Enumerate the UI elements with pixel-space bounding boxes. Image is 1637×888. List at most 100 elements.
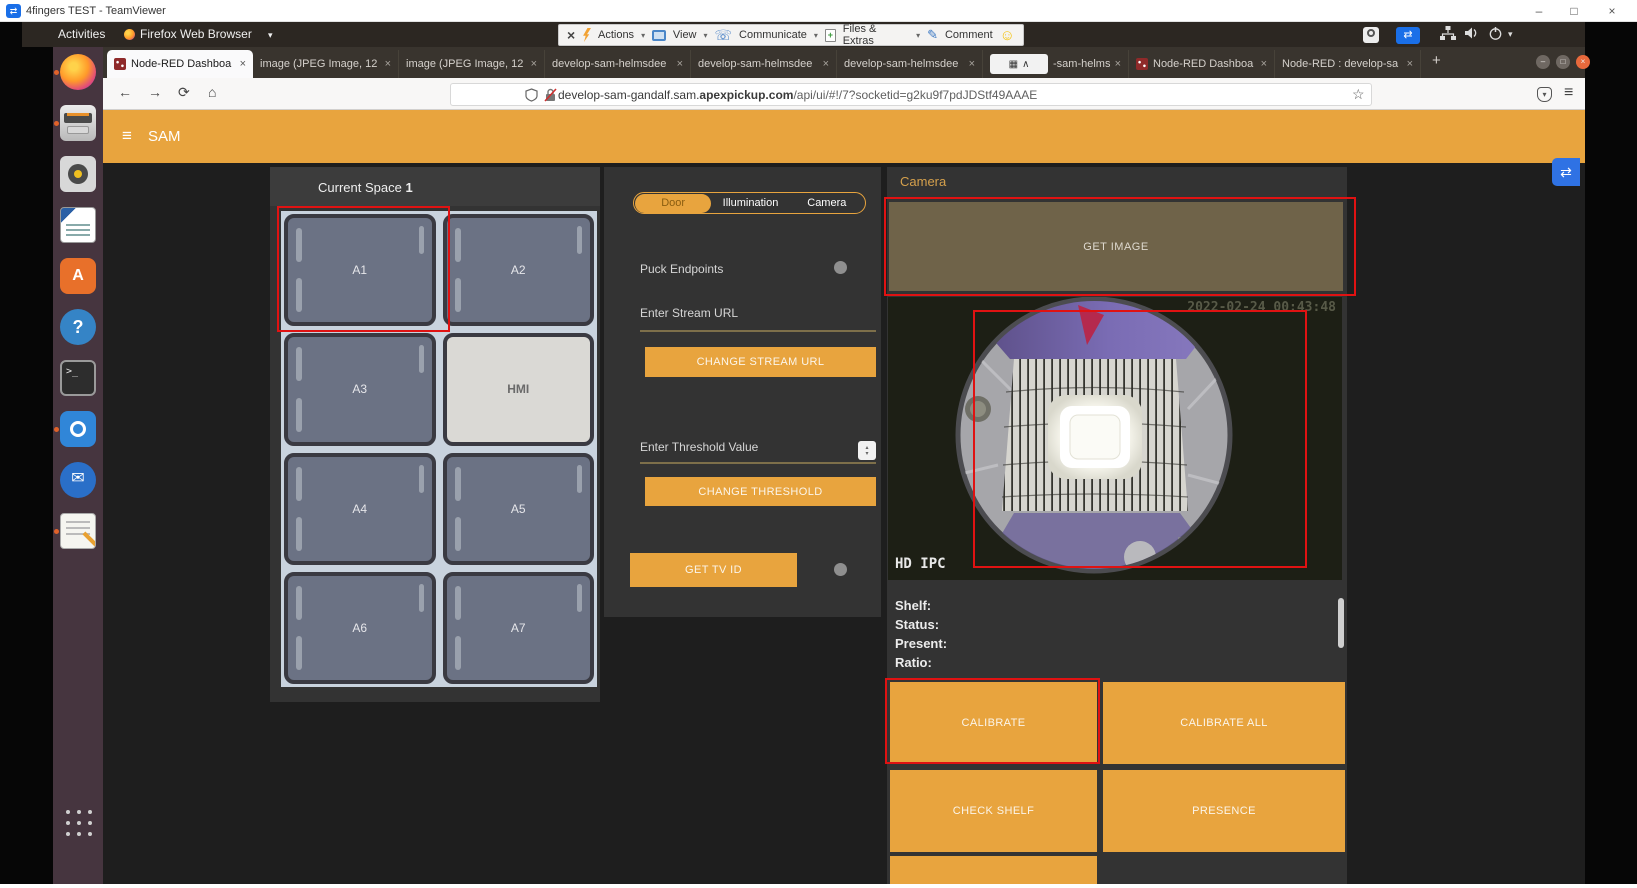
new-tab-button[interactable]: + (1432, 52, 1441, 69)
picture-in-picture-overlay[interactable]: ▦ ∧ (990, 54, 1048, 74)
actions-menu[interactable]: Actions (598, 29, 634, 41)
teamviewer-chat-overlay-icon[interactable]: ⇄ (1552, 158, 1580, 186)
sidebar-toggle-icon[interactable]: ≡ (122, 126, 132, 146)
terminal-icon: >_ (60, 360, 96, 396)
firefox-menu-icon (124, 29, 135, 40)
tab-close-icon[interactable]: × (531, 58, 537, 70)
dock-item-terminal[interactable]: >_ (60, 360, 96, 396)
tab-close-icon[interactable]: × (823, 58, 829, 70)
teamviewer-logo-icon: ⇄ (6, 4, 21, 18)
teamviewer-tray-icon[interactable]: ⇄ (1396, 27, 1420, 44)
firefox-close-button[interactable]: × (1576, 55, 1590, 69)
volume-icon[interactable] (1464, 26, 1479, 40)
space-tile-a7[interactable]: A7 (443, 572, 595, 684)
firefox-tab[interactable]: develop-sam-helmsdee × (691, 50, 837, 78)
firefox-tab[interactable]: develop-sam-helmsdee × (545, 50, 691, 78)
space-tile-a6[interactable]: A6 (284, 572, 436, 684)
presence-button[interactable]: PRESENCE (1103, 770, 1345, 852)
dock-item-firefox[interactable] (60, 54, 96, 90)
firefox-tab[interactable]: image (JPEG Image, 12 × (399, 50, 545, 78)
change-stream-url-button[interactable]: CHANGE STREAM URL (645, 347, 876, 377)
comment-button[interactable]: Comment (945, 29, 993, 41)
tab-close-icon[interactable]: × (385, 58, 391, 70)
highlight-box-tile-a1 (277, 206, 450, 332)
home-icon[interactable]: ⌂ (208, 84, 216, 100)
show-applications-icon[interactable] (66, 810, 94, 838)
threshold-input-label[interactable]: Enter Threshold Value (640, 440, 758, 454)
envelope-icon: ✉ (60, 462, 96, 498)
dock-item-files[interactable] (60, 105, 96, 141)
dock-indicator-dot (54, 427, 59, 432)
back-icon[interactable]: ← (118, 84, 132, 100)
threshold-spinner[interactable]: ▴ ▾ (858, 441, 876, 460)
power-icon[interactable] (1488, 26, 1503, 41)
screenshot-indicator-icon[interactable] (1363, 27, 1379, 43)
stream-url-input-label[interactable]: Enter Stream URL (640, 306, 738, 320)
forward-icon[interactable]: → (148, 84, 162, 100)
spinner-down-icon[interactable]: ▾ (865, 451, 868, 457)
dock-item-ubuntu-software[interactable]: A (60, 258, 96, 294)
system-menu-caret-icon[interactable]: ▾ (1508, 29, 1513, 40)
space-tile-hmi[interactable]: HMI (443, 333, 595, 445)
firefox-tab[interactable]: Node-RED Dashboa × (107, 50, 253, 78)
firefox-minimize-button[interactable]: – (1536, 55, 1550, 69)
dock-item-notes[interactable] (60, 513, 96, 549)
tab-close-icon[interactable]: × (240, 58, 246, 70)
aperture-icon (60, 411, 96, 447)
get-tv-id-button[interactable]: GET TV ID (630, 553, 797, 587)
tab-close-icon[interactable]: × (1407, 58, 1413, 70)
network-icon[interactable] (1440, 26, 1456, 41)
teamviewer-toolbar: × Actions ▾ View ▾ ☏ Communicate ▾ + Fil… (558, 24, 1024, 46)
page-title: SAM (148, 128, 181, 145)
firefox-tab[interactable]: ▦ ∧ -sam-helmsdee × (983, 50, 1129, 78)
dock-item-libreoffice-writer[interactable] (60, 207, 96, 243)
tab-door[interactable]: Door (635, 194, 711, 213)
check-shelf-button[interactable]: CHECK SHELF (890, 770, 1097, 852)
calibrate-all-button[interactable]: CALIBRATE ALL (1103, 682, 1345, 764)
dock-item-rhythmbox[interactable] (60, 156, 96, 192)
highlight-box-calibrate (885, 678, 1100, 764)
tab-close-icon[interactable]: × (677, 58, 683, 70)
restore-button[interactable]: □ (1564, 2, 1584, 20)
info-scrollbar[interactable] (1338, 598, 1344, 648)
tab-close-icon[interactable]: × (1115, 58, 1121, 70)
activities-button[interactable]: Activities (58, 27, 105, 41)
shield-icon[interactable] (525, 88, 538, 102)
tab-close-icon[interactable]: × (1261, 58, 1267, 70)
minimize-button[interactable]: – (1529, 2, 1549, 20)
toolbar-close-icon[interactable]: × (567, 27, 575, 43)
close-button[interactable]: × (1602, 2, 1622, 20)
space-tile-a2[interactable]: A2 (443, 214, 595, 326)
bookmark-star-icon[interactable]: ☆ (1352, 86, 1365, 103)
view-menu[interactable]: View (673, 29, 697, 41)
dock-item-help[interactable]: ? (60, 309, 96, 345)
tab-illumination[interactable]: Illumination (712, 194, 788, 213)
tab-camera[interactable]: Camera (789, 194, 865, 213)
communicate-menu[interactable]: Communicate (739, 29, 807, 41)
hamburger-menu-icon[interactable]: ≡ (1564, 84, 1573, 102)
pocket-icon[interactable]: ▾ (1537, 87, 1552, 102)
firefox-tab[interactable]: develop-sam-helmsdee × (837, 50, 983, 78)
dock-item-screenshot[interactable] (60, 411, 96, 447)
url-text[interactable]: develop-sam-gandalf.sam.apexpickup.com/a… (558, 88, 1037, 102)
smiley-icon[interactable]: ☺ (1000, 27, 1015, 44)
firefox-tab[interactable]: Node-RED : develop-sa × (1275, 50, 1421, 78)
files-extras-menu[interactable]: Files & Extras (843, 23, 909, 47)
app-menu-button[interactable]: Firefox Web Browser (140, 27, 252, 41)
reload-icon[interactable]: ⟳ (178, 84, 190, 101)
space-tile-a4[interactable]: A4 (284, 453, 436, 565)
space-tile-a3[interactable]: A3 (284, 333, 436, 445)
dock-item-thunderbird[interactable]: ✉ (60, 462, 96, 498)
tab-close-icon[interactable]: × (969, 58, 975, 70)
node-red-favicon (114, 58, 126, 70)
firefox-tab[interactable]: Node-RED Dashboa × (1129, 50, 1275, 78)
firefox-tab[interactable]: image (JPEG Image, 12 × (253, 50, 399, 78)
present-label: Present: (895, 636, 947, 651)
space-tile-a5[interactable]: A5 (443, 453, 595, 565)
space-panel-title: Current Space 1 (318, 180, 413, 195)
change-threshold-button[interactable]: CHANGE THRESHOLD (645, 477, 876, 506)
firefox-restore-button[interactable]: □ (1556, 55, 1570, 69)
controls-panel (604, 167, 881, 617)
partial-bottom-button[interactable] (890, 856, 1097, 884)
lock-insecure-icon[interactable] (544, 88, 557, 102)
